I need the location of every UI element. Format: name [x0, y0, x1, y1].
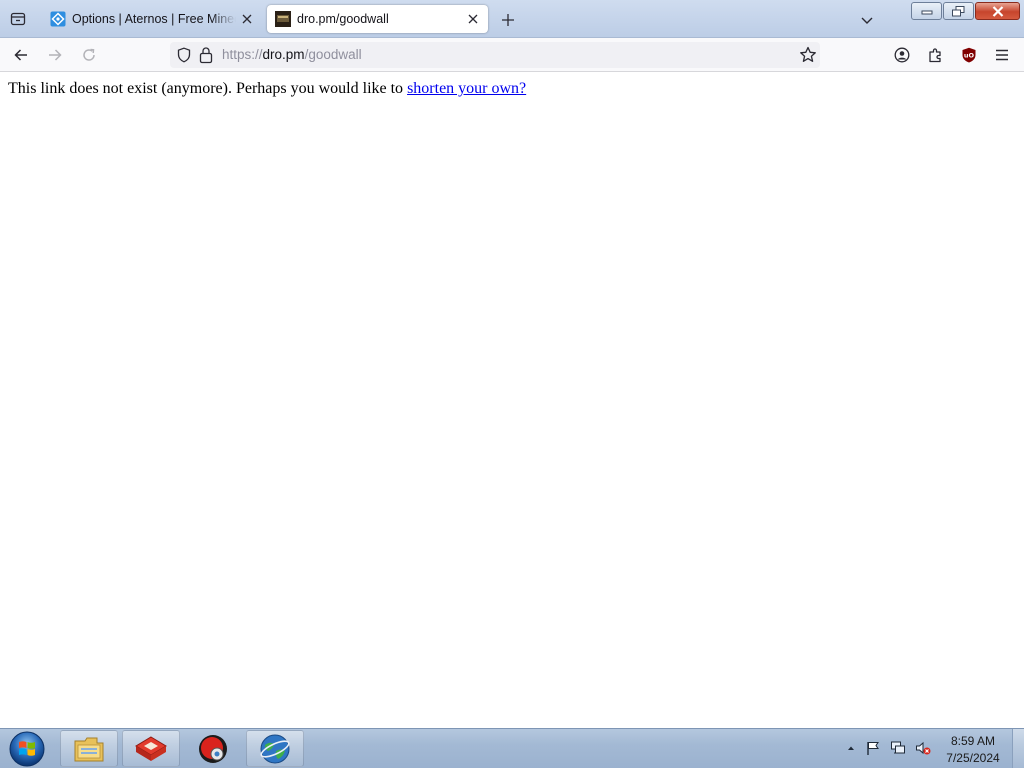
new-tab-button[interactable] [497, 9, 519, 31]
action-center-flag[interactable] [865, 740, 881, 756]
extensions-button[interactable] [923, 42, 949, 68]
tab-close-button[interactable] [462, 8, 484, 30]
plus-icon [502, 14, 514, 26]
red-box-app-icon [135, 735, 167, 761]
aternos-favicon-icon [50, 11, 66, 27]
tracking-protection-shield-icon[interactable] [176, 47, 192, 63]
tab-aternos[interactable]: Options | Aternos | Free Minecraft Serve… [42, 5, 262, 33]
close-icon [992, 5, 1003, 17]
arrow-right-icon [49, 49, 62, 61]
dro-pm-favicon-icon [275, 11, 291, 27]
chevron-up-icon [848, 746, 854, 750]
hamburger-menu-icon [996, 49, 1008, 61]
url-path: /goodwall [304, 47, 362, 62]
ublock-origin-button[interactable]: uO [956, 42, 982, 68]
taskbar: 8:59 AM 7/25/2024 [0, 728, 1024, 768]
reload-icon [83, 48, 95, 61]
volume-muted[interactable] [915, 740, 931, 756]
tab-title: dro.pm/goodwall [297, 12, 389, 26]
speaker-muted-icon [916, 741, 931, 755]
chevron-down-icon [861, 17, 873, 24]
lock-icon[interactable] [198, 46, 214, 64]
show-hidden-icons-button[interactable] [843, 740, 859, 756]
show-desktop-button[interactable] [1012, 729, 1024, 768]
forward-button[interactable] [42, 42, 68, 68]
shorten-your-own-link[interactable]: shorten your own? [407, 80, 526, 97]
red-circle-app-icon [199, 734, 227, 763]
globe-app-icon [260, 734, 290, 763]
window-controls [911, 2, 1020, 20]
page-content: This link does not exist (anymore). Perh… [0, 72, 1024, 728]
account-button[interactable] [889, 42, 915, 68]
flag-icon [867, 742, 879, 755]
ublock-shield-icon: uO [962, 47, 976, 63]
restore-icon [952, 5, 965, 16]
url-text[interactable]: https://dro.pm/goodwall [222, 47, 362, 62]
windows-start-orb-icon [9, 731, 45, 767]
tab-title: Options | Aternos | Free Minecraft Serve… [72, 12, 236, 26]
tab-dro-pm[interactable]: dro.pm/goodwall [267, 5, 488, 33]
arrow-left-icon [14, 49, 27, 61]
close-icon [468, 14, 478, 24]
network-status[interactable] [890, 740, 906, 756]
url-host: dro.pm [262, 47, 305, 62]
tab-close-button[interactable] [236, 8, 258, 30]
taskbar-app-red-circle[interactable] [184, 730, 242, 767]
taskbar-app-globe[interactable] [246, 730, 304, 767]
tab-overview-button[interactable] [4, 6, 32, 32]
clock-date: 7/25/2024 [946, 751, 1000, 765]
message-text: This link does not exist (anymore). Perh… [8, 80, 408, 97]
address-bar[interactable]: https://dro.pm/goodwall [170, 42, 820, 68]
clock-time: 8:59 AM [950, 734, 996, 748]
taskbar-app-red-box[interactable] [122, 730, 180, 767]
folder-icon [74, 737, 104, 761]
start-button[interactable] [4, 730, 50, 768]
list-all-tabs-button[interactable] [856, 9, 878, 31]
not-found-message: This link does not exist (anymore). Perh… [8, 80, 1016, 98]
account-icon [894, 47, 910, 63]
puzzle-piece-icon [929, 48, 941, 63]
network-icon [891, 741, 905, 754]
reload-button[interactable] [76, 42, 102, 68]
url-scheme: https:// [222, 47, 263, 62]
restore-button[interactable] [943, 2, 974, 20]
application-menu-button[interactable] [989, 42, 1015, 68]
svg-text:uO: uO [964, 52, 975, 60]
close-icon [242, 14, 252, 24]
navigation-toolbar: https://dro.pm/goodwall uO [0, 38, 1024, 72]
close-window-button[interactable] [975, 2, 1020, 20]
tab-overview-icon [10, 12, 26, 26]
minimize-button[interactable] [911, 2, 942, 20]
tab-strip: Options | Aternos | Free Minecraft Serve… [0, 0, 1024, 38]
back-button[interactable] [8, 42, 34, 68]
bookmark-star-icon[interactable] [798, 45, 818, 65]
taskbar-file-explorer[interactable] [60, 730, 118, 767]
taskbar-clock[interactable]: 8:59 AM 7/25/2024 [938, 733, 1008, 767]
minimize-icon [921, 10, 932, 15]
